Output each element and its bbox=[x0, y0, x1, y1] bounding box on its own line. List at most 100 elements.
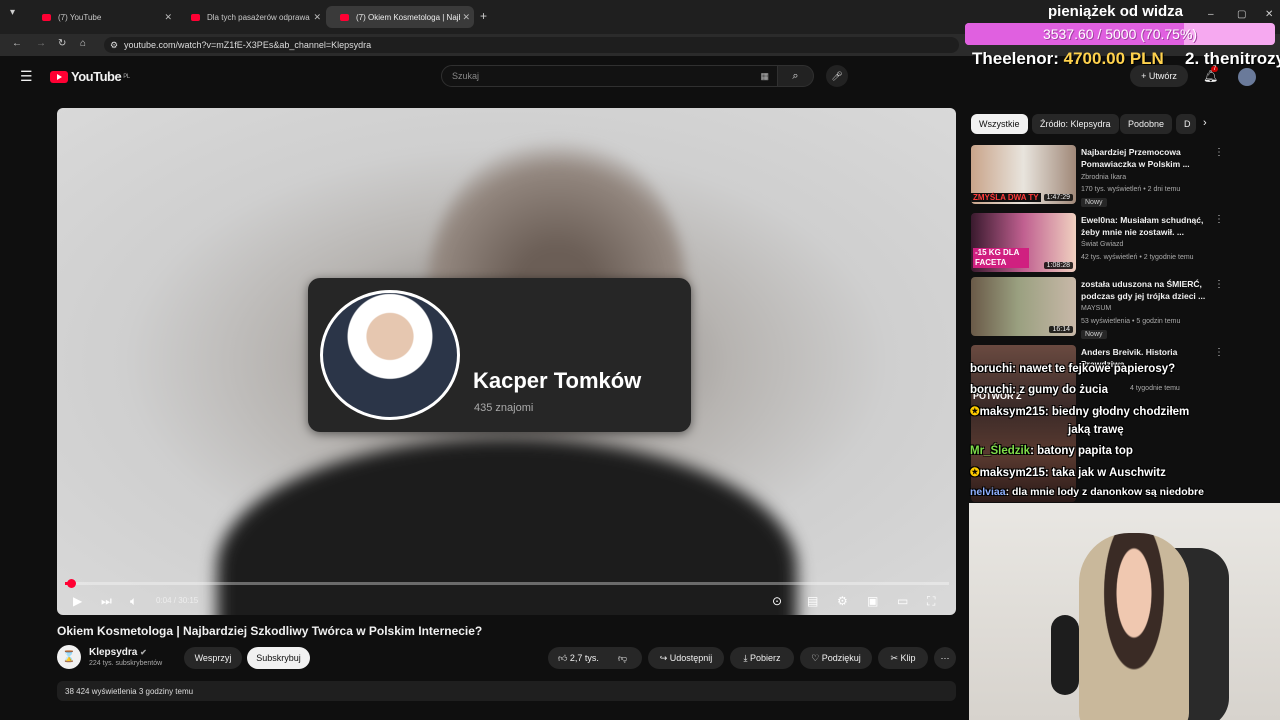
profile-friends: 435 znajomi bbox=[474, 402, 534, 414]
recommendation-thumbnail[interactable]: 16:14 bbox=[971, 277, 1076, 336]
chip-more[interactable]: D bbox=[1176, 114, 1196, 134]
fullscreen-icon[interactable]: ⛶ bbox=[927, 594, 935, 609]
more-icon: ⋯ bbox=[940, 653, 950, 663]
recommendation-meta: 4 tygodnie temu bbox=[1130, 385, 1180, 392]
chip-related[interactable]: Podobne bbox=[1120, 114, 1173, 134]
forward-icon[interactable]: → bbox=[36, 38, 46, 49]
close-tab-icon[interactable]: ✕ bbox=[462, 12, 470, 23]
thanks-label: Podziękuj bbox=[821, 653, 861, 663]
badge-icon: ✪ bbox=[970, 406, 980, 418]
create-label: Utwórz bbox=[1148, 71, 1177, 81]
recommendation-channel[interactable]: Zbrodnia Ikara bbox=[1081, 174, 1126, 181]
video-duration: 16:14 bbox=[1049, 326, 1073, 333]
recommendation-thumbnail[interactable]: ZMYŚLA DWA TY 1:47:29 bbox=[971, 145, 1076, 204]
second-donor: 2. thenitrozy bbox=[1185, 49, 1280, 68]
like-button[interactable]: 👍︎ 2,7 tys. 👎︎ bbox=[548, 647, 642, 669]
views-text: 38 424 wyświetlenia 3 godziny temu bbox=[65, 687, 194, 696]
url-field[interactable]: ⚙ youtube.com/watch?v=mZ1fE-X3PEs&ab_cha… bbox=[104, 37, 959, 53]
donation-progress-bar: 3537.60 / 5000 (70.75%) bbox=[965, 23, 1275, 45]
new-tab-icon[interactable]: + bbox=[480, 9, 487, 23]
chat-message: boruchi: nawet te fejkowe papierosy? bbox=[970, 363, 1175, 375]
share-icon: ↪ bbox=[659, 653, 668, 663]
menu-icon[interactable]: ☰ bbox=[20, 68, 33, 85]
chat-text: : nawet te fejkowe papierosy? bbox=[1012, 363, 1176, 375]
like-count: 2,7 tys. bbox=[569, 653, 599, 663]
settings-icon[interactable]: ⚙ bbox=[837, 594, 848, 608]
more-vert-icon[interactable]: ⋮ bbox=[1214, 279, 1224, 290]
tab-menu-icon[interactable]: ▾ bbox=[10, 7, 15, 18]
video-description-box[interactable]: 38 424 wyświetlenia 3 godziny temu bbox=[57, 681, 956, 701]
browser-tab-1[interactable]: (7) YouTube ✕ bbox=[28, 6, 176, 28]
recommendation-title[interactable]: Ewel0na: Musiałam schudnąć, żeby mnie ni… bbox=[1081, 214, 1209, 238]
keyboard-icon[interactable]: ▦ bbox=[760, 66, 769, 86]
recommendation-title[interactable]: Najbardziej Przemocowa Pomawiaczka w Pol… bbox=[1081, 146, 1209, 170]
play-icon[interactable]: ▶ bbox=[73, 594, 82, 608]
video-time: 0:04 / 30:15 bbox=[156, 596, 199, 605]
youtube-favicon-icon bbox=[191, 13, 200, 21]
reload-icon[interactable]: ↻ bbox=[58, 38, 66, 49]
subtitles-icon[interactable]: ▤ bbox=[807, 594, 818, 608]
video-player[interactable]: Kacper Tomków 435 znajomi ▶ ⏭︎ 🔈︎ 0:04 /… bbox=[57, 108, 956, 615]
avatar[interactable] bbox=[1238, 68, 1256, 86]
recommendation-channel[interactable]: Świat Gwiazd bbox=[1081, 241, 1123, 248]
chevron-right-icon[interactable]: › bbox=[1203, 117, 1207, 129]
thanks-button[interactable]: ♡ Podziękuj bbox=[800, 647, 872, 669]
youtube-logo[interactable]: YouTube PL bbox=[50, 69, 130, 84]
top-donor-name: Theelenor: bbox=[972, 49, 1059, 68]
youtube-play-icon bbox=[50, 70, 68, 83]
recommendation-thumbnail[interactable]: -15 KG DLA FACETA 1:08:28 bbox=[971, 213, 1076, 272]
theater-mode-icon[interactable]: ▭ bbox=[897, 594, 908, 608]
autoplay-toggle-icon[interactable]: ⊙ bbox=[772, 594, 782, 608]
support-button[interactable]: Wesprzyj bbox=[184, 647, 242, 669]
browser-tab-2[interactable]: Dla tych pasażerów odprawa s ✕ bbox=[177, 6, 325, 28]
recommendation-meta: 42 tys. wyświetleń • 2 tygodnie temu bbox=[1081, 254, 1194, 261]
video-duration: 1:47:29 bbox=[1043, 194, 1073, 201]
back-icon[interactable]: ← bbox=[12, 38, 22, 49]
more-actions-button[interactable]: ⋯ bbox=[934, 647, 956, 669]
recommendation-meta: 170 tys. wyświetleń • 2 dni temu bbox=[1081, 186, 1181, 193]
share-button[interactable]: ↪ Udostępnij bbox=[648, 647, 724, 669]
verified-icon: ✔ bbox=[140, 648, 147, 657]
site-info-icon[interactable]: ⚙ bbox=[110, 37, 118, 53]
chat-text: : dla mnie lody z danonkow są niedobre bbox=[1005, 486, 1204, 498]
voice-search-button[interactable]: 🎤︎ bbox=[826, 65, 848, 87]
top-donor: Theelenor: 4700.00 PLN bbox=[972, 49, 1164, 69]
chat-user: boruchi bbox=[970, 363, 1013, 375]
minimize-icon[interactable]: – bbox=[1208, 9, 1214, 20]
channel-subscribers: 224 tys. subskrybentów bbox=[89, 660, 163, 667]
thumbs-up-icon: 👍︎ bbox=[558, 653, 568, 663]
chip-source[interactable]: Źródło: Klepsydra bbox=[1032, 114, 1119, 134]
close-tab-icon[interactable]: ✕ bbox=[313, 12, 321, 23]
logo-region: PL bbox=[123, 73, 130, 80]
clip-button[interactable]: ✂ Klip bbox=[878, 647, 928, 669]
search-input[interactable]: Szukaj ▦ bbox=[441, 65, 778, 87]
volume-icon[interactable]: 🔈︎ bbox=[130, 594, 137, 609]
more-vert-icon[interactable]: ⋮ bbox=[1214, 347, 1224, 358]
chat-user: nelviaa bbox=[970, 486, 1006, 498]
recommendation-title[interactable]: została uduszona na ŚMIERĆ, podczas gdy … bbox=[1081, 278, 1209, 302]
search-button[interactable]: ⌕ bbox=[777, 65, 814, 87]
more-vert-icon[interactable]: ⋮ bbox=[1214, 147, 1224, 158]
recommendation-channel[interactable]: MAYSUM bbox=[1081, 305, 1111, 312]
video-progress-bar[interactable] bbox=[65, 579, 949, 588]
microphone-icon: 🎤︎ bbox=[831, 71, 843, 81]
close-window-icon[interactable]: ✕ bbox=[1265, 9, 1273, 20]
home-icon[interactable]: ⌂ bbox=[80, 38, 86, 49]
chip-all[interactable]: Wszystkie bbox=[971, 114, 1028, 134]
subscribe-button[interactable]: Subskrybuj bbox=[247, 647, 310, 669]
scissors-icon: ✂ bbox=[890, 653, 898, 663]
more-vert-icon[interactable]: ⋮ bbox=[1214, 214, 1224, 225]
channel-name[interactable]: Klepsydra ✔ bbox=[89, 647, 147, 658]
thumbs-down-icon[interactable]: 👎︎ bbox=[618, 647, 627, 669]
close-tab-icon[interactable]: ✕ bbox=[164, 12, 172, 23]
miniplayer-icon[interactable]: ▣ bbox=[867, 594, 878, 608]
next-icon[interactable]: ⏭︎ bbox=[101, 594, 112, 609]
progress-scrubber[interactable] bbox=[67, 579, 76, 588]
video-blurred-body bbox=[217, 438, 797, 615]
tab-label: Dla tych pasażerów odprawa s bbox=[207, 12, 311, 22]
channel-avatar[interactable]: ⌛ bbox=[57, 645, 81, 669]
download-button[interactable]: ⤓ Pobierz bbox=[730, 647, 794, 669]
download-icon: ⤓ bbox=[743, 653, 748, 663]
maximize-icon[interactable]: ▢ bbox=[1237, 9, 1246, 20]
browser-tab-3[interactable]: (7) Okiem Kosmetologa | Najb ✕ bbox=[326, 6, 474, 28]
